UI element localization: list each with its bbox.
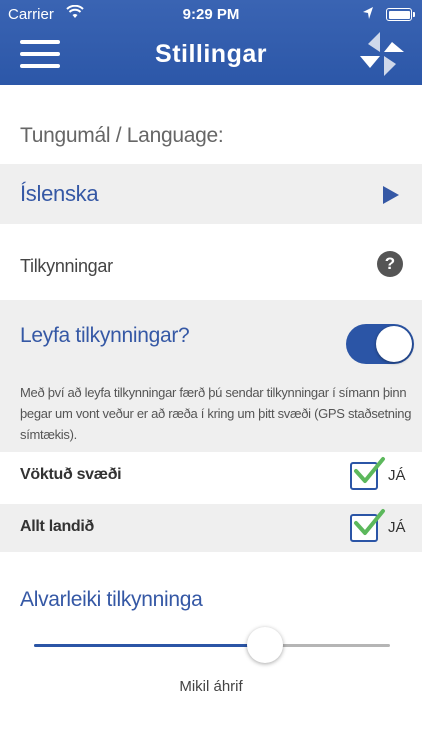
navigation-bar: Carrier 9:29 PM Stillingar [0, 0, 422, 85]
severity-slider[interactable] [34, 626, 390, 666]
slider-thumb[interactable] [247, 627, 283, 663]
monitored-areas-checkbox[interactable] [350, 462, 378, 490]
app-logo-icon [358, 30, 406, 78]
allow-notifications-toggle[interactable] [346, 324, 414, 364]
notifications-description: Með því að leyfa tilkynningar færð þú se… [20, 385, 412, 442]
allow-notifications-label: Leyfa tilkynningar? [20, 324, 190, 347]
notifications-section-label: Tilkynningar [20, 256, 113, 276]
selected-language: Íslenska [20, 181, 99, 206]
option-value: JÁ [388, 519, 406, 536]
option-label: Vöktuð svæði [20, 466, 122, 483]
location-arrow-icon [362, 6, 374, 24]
allow-notifications-row: Leyfa tilkynningar? Með því að leyfa til… [0, 300, 422, 452]
help-icon[interactable]: ? [377, 251, 403, 277]
option-row-monitored-areas: Vöktuð svæði JÁ [0, 452, 422, 500]
slider-track-fill [34, 644, 265, 647]
language-selector[interactable]: Íslenska [0, 164, 422, 224]
chevron-right-icon [383, 186, 399, 204]
option-label: Allt landið [20, 518, 95, 535]
language-section-label: Tungumál / Language: [20, 124, 224, 147]
clock-time: 9:29 PM [182, 6, 240, 23]
option-value: JÁ [388, 467, 406, 484]
severity-title: Alvarleiki tilkynninga [20, 588, 203, 611]
whole-country-checkbox[interactable] [350, 514, 378, 542]
status-bar: Carrier 9:29 PM [0, 0, 422, 30]
severity-value-label: Mikil áhrif [179, 678, 243, 695]
option-row-whole-country: Allt landið JÁ [0, 504, 422, 552]
battery-icon [386, 8, 415, 21]
